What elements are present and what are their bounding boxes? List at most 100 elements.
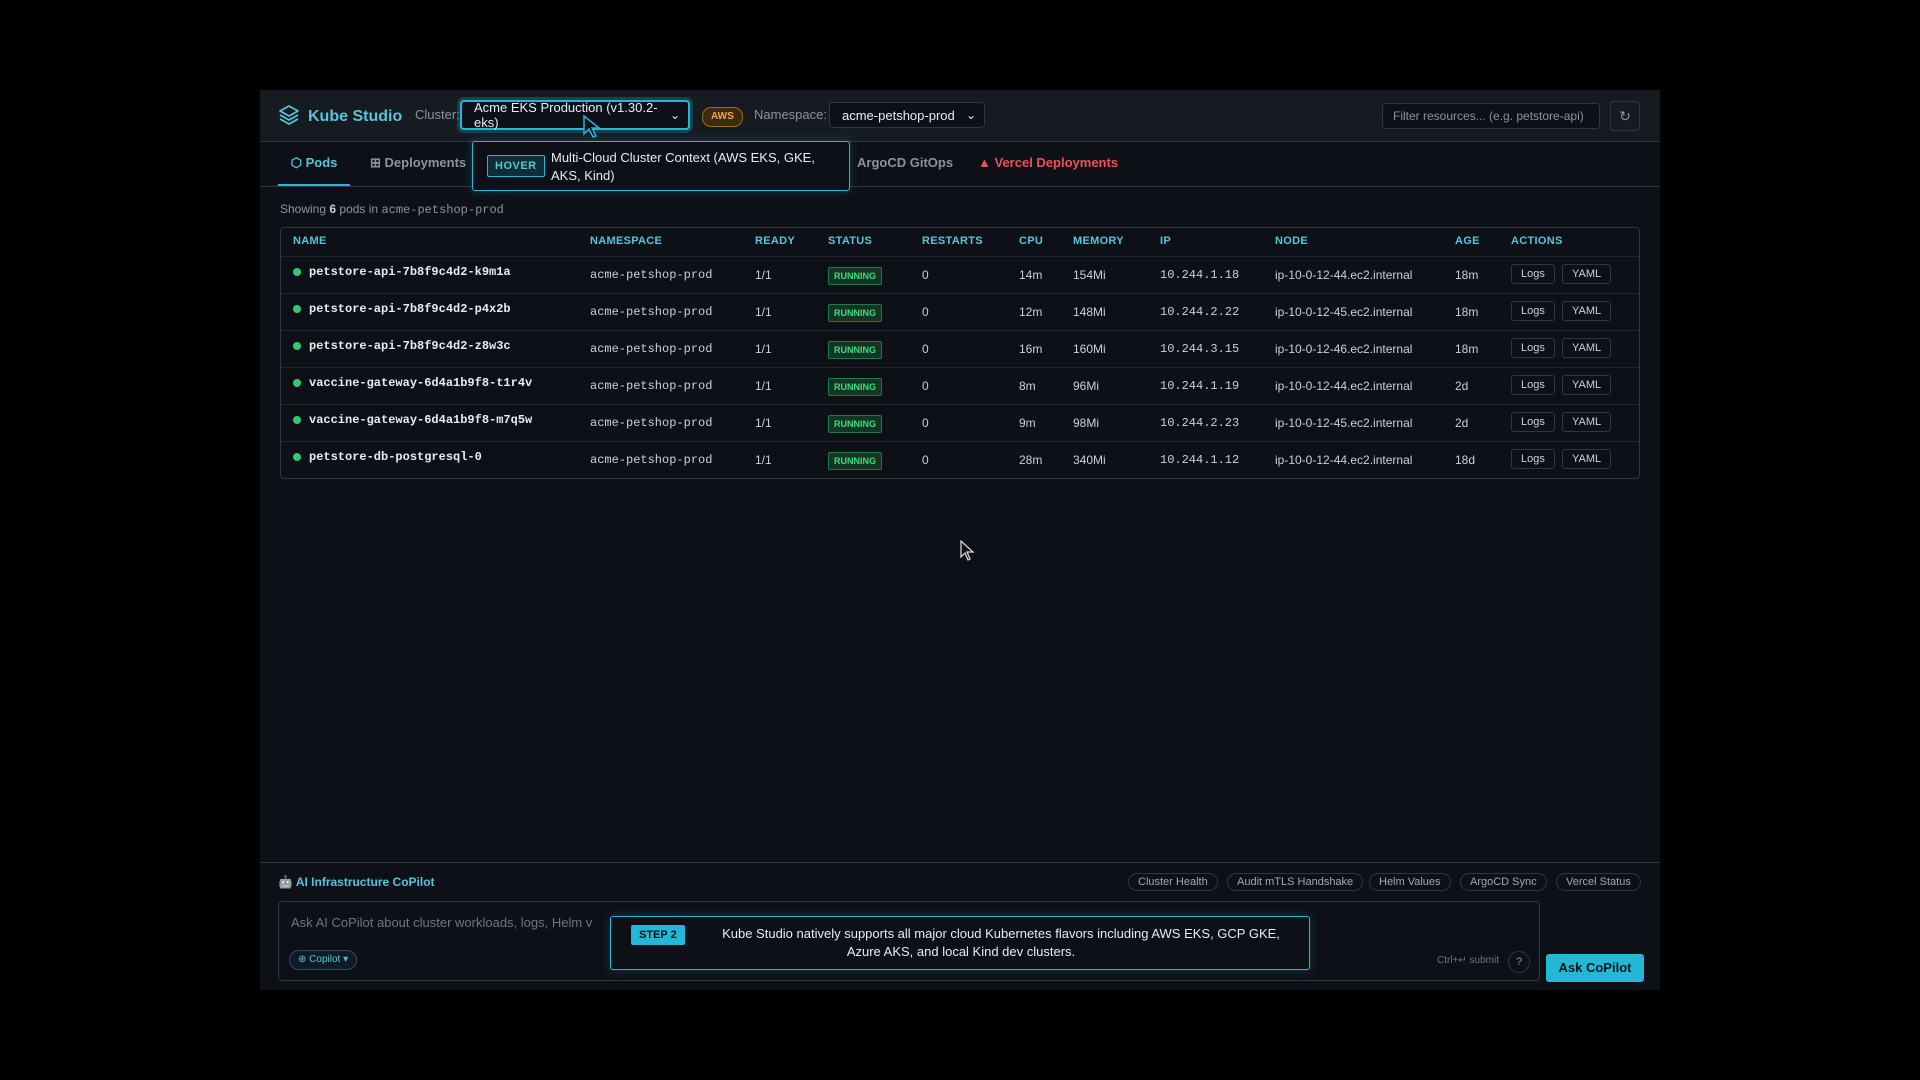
pod-ip: 10.244.1.18 <box>1160 268 1240 282</box>
brand[interactable]: Kube Studio <box>278 104 402 129</box>
pods-summary: Showing 6 pods in acme-petshop-prod <box>280 202 504 217</box>
col-age[interactable]: AGE <box>1455 235 1480 247</box>
chip-helm-values[interactable]: Helm Values <box>1369 873 1451 891</box>
app-name: Kube Studio <box>308 107 403 125</box>
resource-tabs: ⬡ Pods ⊞ Deployments ArgoCD GitOps ▲ Ver… <box>260 142 1660 187</box>
help-button[interactable]: ? <box>1508 951 1530 973</box>
table-header: NAME NAMESPACE READY STATUS RESTARTS CPU… <box>281 228 1639 256</box>
tab-pods-label: Pods <box>305 155 338 170</box>
tab-vercel[interactable]: ▲ Vercel Deployments <box>978 142 1118 184</box>
yaml-button[interactable]: YAML <box>1562 264 1612 284</box>
cluster-select[interactable]: Acme EKS Production (v1.30.2-eks) ⌄ <box>460 100 690 130</box>
col-actions: ACTIONS <box>1511 235 1563 247</box>
logs-button[interactable]: Logs <box>1511 301 1555 321</box>
col-name[interactable]: NAME <box>293 235 327 247</box>
mouse-cursor-icon <box>583 115 602 138</box>
copilot-placeholder: Ask AI CoPilot about cluster workloads, … <box>291 915 593 930</box>
chevron-down-icon: ⌄ <box>965 108 976 122</box>
cluster-label: Cluster: <box>415 107 460 122</box>
pod-name[interactable]: petstore-api-7b8f9c4d2-p4x2b <box>309 302 511 316</box>
tab-pods[interactable]: ⬡ Pods <box>278 142 350 186</box>
col-restarts[interactable]: RESTARTS <box>922 235 983 247</box>
pod-cpu: 8m <box>1019 379 1036 393</box>
table-row[interactable]: petstore-api-7b8f9c4d2-z8w3c acme-petsho… <box>281 330 1639 368</box>
pod-name[interactable]: vaccine-gateway-6d4a1b9f8-m7q5w <box>309 413 532 427</box>
pod-ready: 1/1 <box>755 453 772 467</box>
pod-node: ip-10-0-12-45.ec2.internal <box>1275 416 1413 430</box>
pod-age: 18m <box>1455 342 1479 356</box>
status-badge: RUNNING <box>828 452 882 470</box>
yaml-button[interactable]: YAML <box>1562 375 1612 395</box>
table-row[interactable]: vaccine-gateway-6d4a1b9f8-t1r4v acme-pet… <box>281 367 1639 405</box>
namespace-label: Namespace: <box>754 107 827 122</box>
pod-memory: 96Mi <box>1073 379 1100 393</box>
table-row[interactable]: petstore-db-postgresql-0 acme-petshop-pr… <box>281 441 1639 478</box>
yaml-button[interactable]: YAML <box>1562 338 1612 358</box>
status-dot <box>293 416 301 424</box>
namespace-select[interactable]: acme-petshop-prod ⌄ <box>829 102 985 128</box>
logs-button[interactable]: Logs <box>1511 449 1555 469</box>
refresh-icon: ↻ <box>1619 107 1631 124</box>
chip-vercel-status[interactable]: Vercel Status <box>1556 873 1641 891</box>
pod-name[interactable]: petstore-api-7b8f9c4d2-k9m1a <box>309 265 511 279</box>
yaml-button[interactable]: YAML <box>1562 412 1612 432</box>
pod-cpu: 9m <box>1019 416 1036 430</box>
summary-prefix: Showing <box>280 202 327 216</box>
pod-ready: 1/1 <box>755 342 772 356</box>
tab-deployments[interactable]: ⊞ Deployments <box>370 142 466 184</box>
yaml-button[interactable]: YAML <box>1562 449 1612 469</box>
table-row[interactable]: petstore-api-7b8f9c4d2-p4x2b acme-petsho… <box>281 293 1639 331</box>
pod-name[interactable]: petstore-db-postgresql-0 <box>309 450 482 464</box>
status-badge: RUNNING <box>828 378 882 396</box>
pod-age: 2d <box>1455 379 1469 393</box>
pod-restarts: 0 <box>922 268 929 282</box>
col-node[interactable]: NODE <box>1275 235 1308 247</box>
col-ready[interactable]: READY <box>755 235 795 247</box>
pod-name[interactable]: petstore-api-7b8f9c4d2-z8w3c <box>309 339 511 353</box>
pod-memory: 340Mi <box>1073 453 1106 467</box>
pod-name[interactable]: vaccine-gateway-6d4a1b9f8-t1r4v <box>309 376 532 390</box>
triangle-icon: ▲ <box>978 155 991 170</box>
chip-argocd-sync[interactable]: ArgoCD Sync <box>1460 873 1547 891</box>
ask-copilot-button[interactable]: Ask CoPilot <box>1546 954 1644 982</box>
copilot-title: 🤖 AI Infrastructure CoPilot <box>278 875 435 889</box>
logs-button[interactable]: Logs <box>1511 264 1555 284</box>
pod-node: ip-10-0-12-45.ec2.internal <box>1275 305 1413 319</box>
tab-deployments-label: Deployments <box>384 155 467 170</box>
pod-count: 6 <box>329 202 337 216</box>
grid-icon: ⊞ <box>370 155 381 170</box>
step-tooltip: STEP 2 Kube Studio natively supports all… <box>610 916 1310 970</box>
refresh-button[interactable]: ↻ <box>1610 101 1640 131</box>
tab-argocd[interactable]: ArgoCD GitOps <box>857 142 953 184</box>
table-row[interactable]: vaccine-gateway-6d4a1b9f8-m7q5w acme-pet… <box>281 404 1639 442</box>
chip-cluster-health[interactable]: Cluster Health <box>1128 873 1218 891</box>
pod-cpu: 12m <box>1019 305 1043 319</box>
logs-button[interactable]: Logs <box>1511 338 1555 358</box>
col-memory[interactable]: MEMORY <box>1073 235 1124 247</box>
chip-audit-mtls[interactable]: Audit mTLS Handshake <box>1227 873 1364 891</box>
summary-middle: pods in <box>339 202 379 216</box>
cluster-select-value: Acme EKS Production (v1.30.2-eks) <box>474 100 658 130</box>
col-status[interactable]: STATUS <box>828 235 872 247</box>
pod-ip: 10.244.2.22 <box>1160 305 1240 319</box>
pod-age: 2d <box>1455 416 1469 430</box>
status-badge: RUNNING <box>828 341 882 359</box>
col-namespace[interactable]: NAMESPACE <box>590 235 662 247</box>
pod-ready: 1/1 <box>755 268 772 282</box>
copilot-title-text: AI Infrastructure CoPilot <box>295 875 435 889</box>
table-row[interactable]: petstore-api-7b8f9c4d2-k9m1a acme-petsho… <box>281 256 1639 294</box>
status-dot <box>293 342 301 350</box>
pods-table: NAME NAMESPACE READY STATUS RESTARTS CPU… <box>280 227 1640 479</box>
logs-button[interactable]: Logs <box>1511 375 1555 395</box>
col-cpu[interactable]: CPU <box>1019 235 1043 247</box>
logs-button[interactable]: Logs <box>1511 412 1555 432</box>
pod-ip: 10.244.1.19 <box>1160 379 1240 393</box>
col-ip[interactable]: IP <box>1160 235 1171 247</box>
pod-restarts: 0 <box>922 416 929 430</box>
status-badge: RUNNING <box>828 415 882 433</box>
status-badge: RUNNING <box>828 267 882 285</box>
pod-namespace: acme-petshop-prod <box>590 305 713 319</box>
filter-input[interactable]: Filter resources... (e.g. petstore-api) <box>1382 103 1600 129</box>
yaml-button[interactable]: YAML <box>1562 301 1612 321</box>
copilot-mode-select[interactable]: ⊕ Copilot ▾ <box>289 950 358 970</box>
